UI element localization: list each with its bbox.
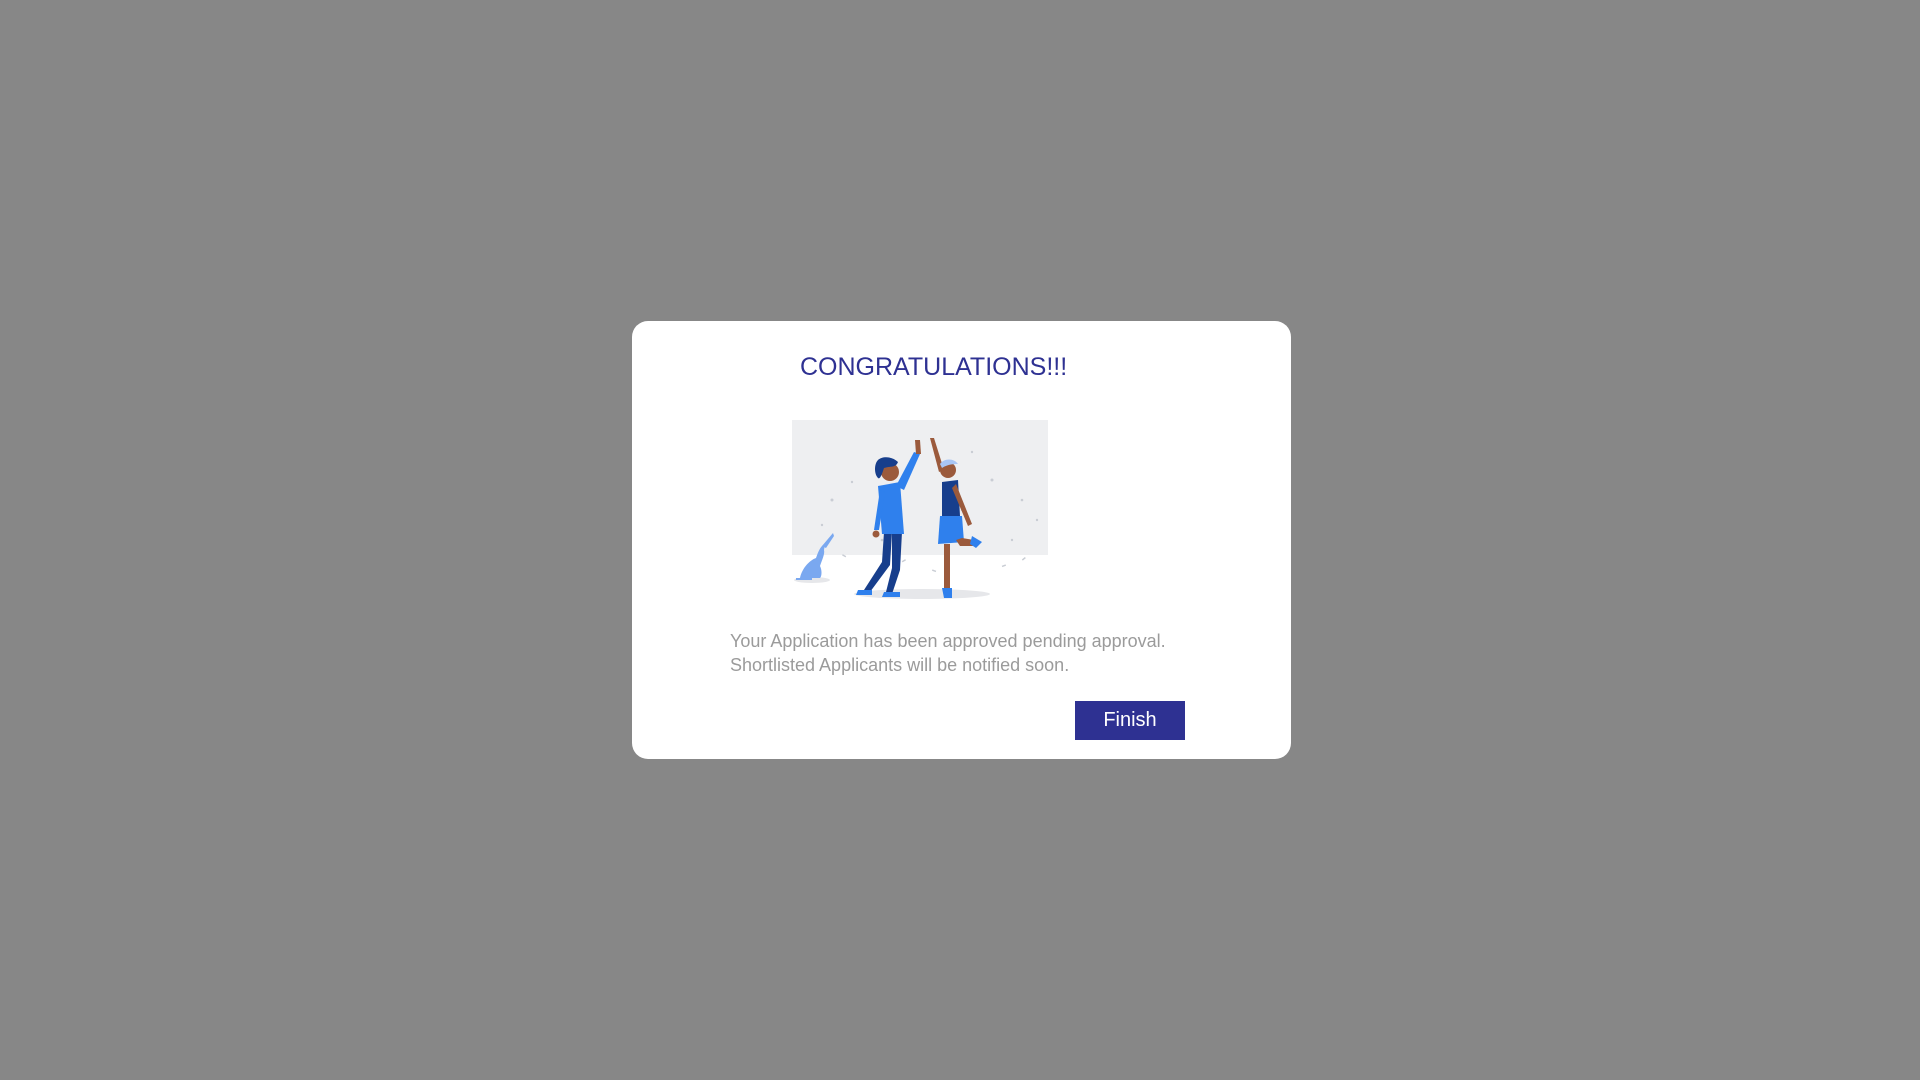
finish-button[interactable]: Finish — [1075, 701, 1185, 740]
high-five-illustration-icon — [792, 420, 1048, 599]
dialog-title: CONGRATULATIONS!!! — [800, 353, 1068, 381]
floor-shadow — [854, 589, 990, 599]
congratulations-dialog: CONGRATULATIONS!!! Your Application has … — [632, 321, 1291, 759]
approval-message: Your Application has been approved pendi… — [730, 629, 1166, 677]
message-line-1: Your Application has been approved pendi… — [730, 631, 1166, 651]
message-line-2: Shortlisted Applicants will be notified … — [730, 655, 1070, 675]
